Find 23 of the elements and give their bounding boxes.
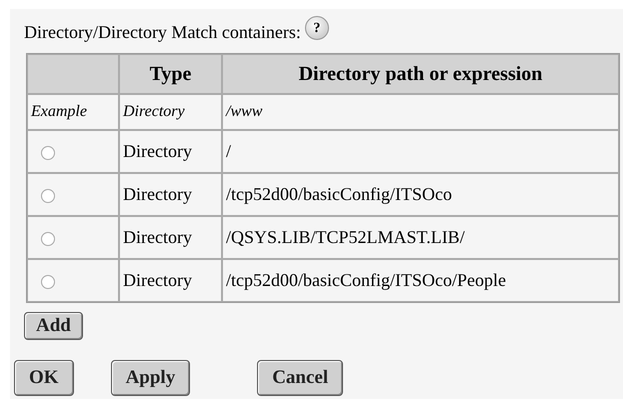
example-label: Example [31, 103, 87, 120]
path-cell: / [226, 141, 232, 161]
path-cell: /tcp52d00/basicConfig/ITSOco [226, 184, 452, 204]
example-type: Directory [123, 103, 185, 120]
radio-button[interactable] [41, 274, 55, 289]
path-cell: /tcp52d00/basicConfig/ITSOco/People [226, 270, 506, 290]
radio-button[interactable] [41, 188, 55, 203]
help-icon[interactable]: ? [304, 16, 329, 40]
column-header: Directory path or expression [298, 63, 542, 85]
radio-button[interactable] [41, 232, 55, 246]
apply-button[interactable]: Apply [110, 360, 190, 396]
ok-button[interactable]: OK [14, 360, 74, 396]
column-header: Type [150, 63, 192, 85]
add-button[interactable]: Add [24, 312, 83, 340]
cancel-button[interactable]: Cancel [257, 360, 344, 396]
type-cell: Directory [123, 141, 192, 161]
radio-button[interactable] [41, 146, 55, 160]
section-heading: Directory/Directory Match containers: [24, 20, 301, 44]
type-cell: Directory [123, 184, 192, 204]
type-cell: Directory [123, 270, 192, 290]
example-path: /www [226, 103, 262, 120]
type-cell: Directory [123, 227, 192, 247]
path-cell: /QSYS.LIB/TCP52LMAST.LIB/ [226, 227, 465, 247]
